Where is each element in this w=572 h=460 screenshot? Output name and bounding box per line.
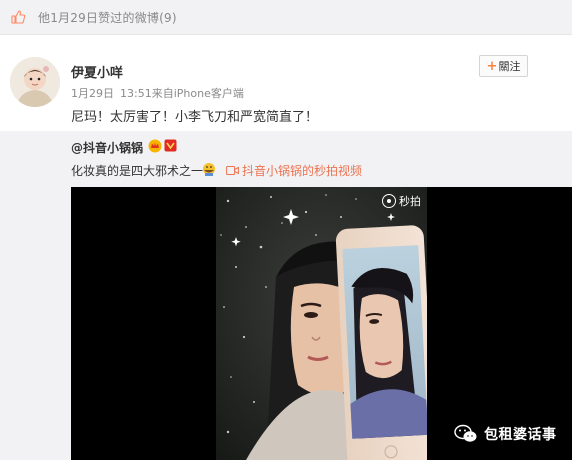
video-frame-image	[216, 187, 427, 460]
avatar-image	[10, 57, 60, 107]
post-username[interactable]: 伊夏小咩	[71, 62, 123, 81]
repost-text: 化妆真的是四大邪术之一	[71, 164, 204, 178]
follow-button[interactable]: + 關注	[479, 55, 528, 77]
wechat-watermark: 包租婆话事	[454, 424, 557, 444]
wechat-icon	[454, 424, 477, 442]
post-meta: 1月29日 13:51来自iPhone客户端	[71, 85, 250, 101]
post-source[interactable]: 来自iPhone客户端	[152, 87, 244, 100]
thumbs-up-icon	[11, 10, 26, 24]
video-link[interactable]: 抖音小锅锅的秒拍视频	[226, 162, 362, 179]
vip-badge-icon[interactable]	[164, 139, 177, 152]
follow-label: 關注	[498, 60, 521, 73]
crown-badge-icon[interactable]	[148, 139, 162, 153]
liked-posts-label: 他1月29日赞过的微博(9)	[38, 11, 177, 25]
plus-icon: +	[486, 58, 498, 74]
avatar[interactable]	[10, 57, 60, 107]
video-frame: 秒拍	[216, 187, 427, 460]
grin-emoji-icon	[203, 163, 215, 176]
reposted-content: @抖音小锅锅 化妆真的是四大邪术之一 抖音小锅锅的秒拍视频 秒拍	[0, 131, 572, 460]
miaopai-watermark-text: 秒拍	[399, 195, 421, 208]
repost-author[interactable]: @抖音小锅锅	[71, 139, 143, 156]
post-date[interactable]: 1月29日	[71, 87, 114, 100]
wechat-watermark-text: 包租婆话事	[484, 427, 557, 443]
post-text: 尼玛！太厉害了！小李飞刀和严宽简直了！	[71, 110, 319, 125]
post-time[interactable]: 13:51	[120, 87, 152, 100]
miaopai-watermark: 秒拍	[382, 193, 421, 209]
video-link-label: 抖音小锅锅的秒拍视频	[242, 164, 363, 178]
video-player[interactable]: 秒拍	[71, 187, 572, 460]
miaopai-logo-icon	[382, 194, 396, 208]
video-link-icon	[226, 166, 239, 175]
liked-posts-bar[interactable]: 他1月29日赞过的微博(9)	[0, 0, 572, 35]
